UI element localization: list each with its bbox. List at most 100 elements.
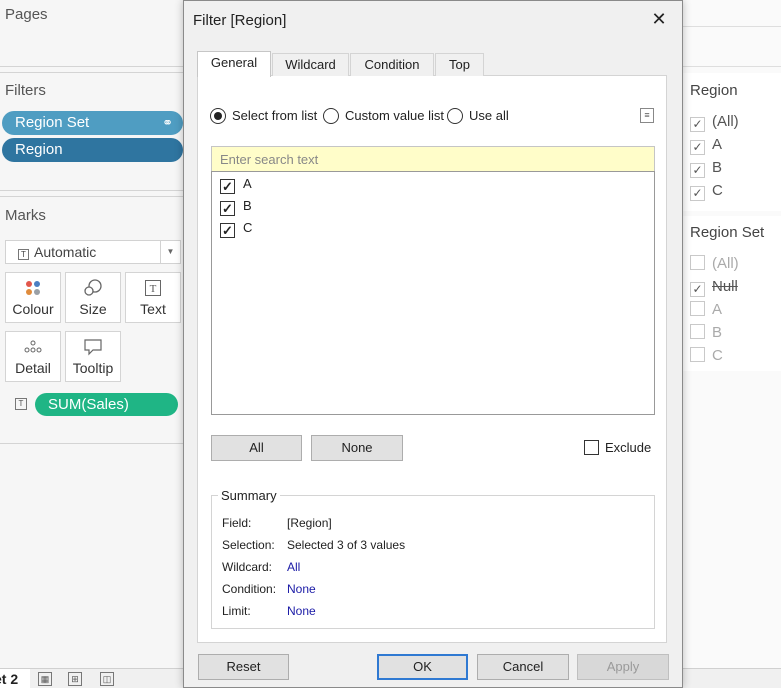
mark-type-dropdown[interactable]: T Automatic ▼ — [5, 240, 181, 264]
cancel-button[interactable]: Cancel — [477, 654, 569, 680]
filter-card-item-label: (All) — [712, 113, 739, 130]
filter-card-item[interactable]: ✓ (All) — [690, 112, 739, 132]
tab-general[interactable]: General — [197, 51, 271, 77]
summary-value: Selected 3 of 3 values — [287, 538, 406, 552]
filter-card-item-label: A — [712, 136, 723, 153]
filter-card-item[interactable]: A — [690, 300, 722, 320]
ok-button[interactable]: OK — [377, 654, 468, 680]
radio-label: Select from list — [232, 108, 318, 123]
filter-card-item[interactable]: ✓ A — [690, 135, 722, 155]
divider — [0, 443, 183, 444]
radio-label: Use all — [469, 108, 509, 123]
divider — [0, 196, 183, 197]
size-button[interactable]: Size — [65, 272, 121, 323]
filter-card-item-label: B — [712, 159, 723, 176]
filter-card-item[interactable]: ✓ C — [690, 181, 723, 201]
svg-text:T: T — [150, 283, 157, 295]
checkbox-unchecked-icon — [690, 324, 705, 339]
tooltip-label: Tooltip — [72, 360, 114, 376]
text-icon: T — [126, 279, 180, 301]
filter-card-item[interactable]: ✓ Null — [690, 277, 738, 297]
tab-top[interactable]: Top — [435, 53, 484, 76]
filter-card-item[interactable]: C — [690, 346, 723, 366]
summary-label: Condition: — [222, 582, 277, 596]
exclude-checkbox[interactable]: Exclude — [584, 440, 651, 456]
divider — [0, 66, 183, 67]
left-shelves-panel: Pages Filters Region Set ⚭ Region Marks … — [0, 0, 183, 668]
summary-label: Selection: — [222, 538, 275, 552]
filter-card-item[interactable]: B — [690, 323, 722, 343]
list-item[interactable]: ✓ B — [220, 197, 252, 216]
filter-pill-region-set[interactable]: Region Set ⚭ — [2, 111, 183, 135]
list-item-label: B — [243, 198, 252, 213]
filter-card-item[interactable]: (All) — [690, 254, 739, 274]
filter-dialog: Filter [Region] ✕ General Wildcard Condi… — [183, 0, 683, 688]
measure-pill-sum-sales[interactable]: SUM(Sales) — [35, 393, 178, 416]
set-link-icon: ⚭ — [162, 115, 173, 130]
checkbox-checked-icon[interactable]: ✓ — [220, 179, 235, 194]
checkbox-checked-icon: ✓ — [690, 282, 705, 297]
radio-custom-value-list[interactable]: Custom value list — [323, 107, 444, 125]
checkbox-checked-icon[interactable]: ✓ — [220, 223, 235, 238]
region-set-card-title: Region Set — [690, 224, 765, 241]
values-listbox[interactable]: ✓ A ✓ B ✓ C — [211, 171, 655, 415]
filter-card-item[interactable]: ✓ B — [690, 158, 722, 178]
filter-card-item-label: (All) — [712, 255, 739, 272]
summary-label: Field: — [222, 516, 252, 530]
dialog-title: Filter [Region] — [193, 12, 287, 29]
none-button[interactable]: None — [311, 435, 403, 461]
divider — [0, 190, 183, 191]
checkbox-checked-icon: ✓ — [690, 186, 705, 201]
new-dashboard-icon[interactable]: ⊞ — [68, 672, 82, 686]
all-button[interactable]: All — [211, 435, 302, 461]
sheet-tab[interactable]: et 2 — [0, 669, 30, 688]
checkbox-checked-icon: ✓ — [690, 117, 705, 132]
colour-icon — [6, 279, 60, 301]
radio-unselected-icon — [323, 108, 339, 124]
text-mark-icon: T — [18, 249, 29, 260]
list-item[interactable]: ✓ A — [220, 175, 252, 194]
filter-pill-label: Region — [15, 141, 63, 158]
filter-pill-label: Region Set — [15, 114, 90, 131]
chevron-down-icon[interactable]: ▼ — [160, 241, 180, 263]
tab-wildcard[interactable]: Wildcard — [272, 53, 349, 76]
text-button[interactable]: T Text — [125, 272, 181, 323]
divider — [682, 66, 781, 67]
radio-select-from-list[interactable]: Select from list — [210, 107, 317, 125]
checkbox-unchecked-icon — [690, 347, 705, 362]
radio-selected-icon — [210, 108, 226, 124]
list-item-label: A — [243, 176, 252, 191]
filter-pill-region[interactable]: Region — [2, 138, 183, 162]
summary-value-link[interactable]: None — [287, 604, 316, 618]
summary-label: Limit: — [222, 604, 251, 618]
new-story-icon[interactable]: ◫ — [100, 672, 114, 686]
checkbox-unchecked-icon — [584, 440, 599, 455]
text-mark-icon[interactable]: T — [15, 398, 27, 410]
list-menu-icon[interactable]: ≡ — [640, 108, 654, 123]
detail-button[interactable]: Detail — [5, 331, 61, 382]
list-item-label: C — [243, 220, 253, 235]
text-label: Text — [140, 301, 166, 317]
checkbox-checked-icon: ✓ — [690, 163, 705, 178]
tab-condition[interactable]: Condition — [350, 53, 434, 76]
detail-label: Detail — [15, 360, 51, 376]
reset-button[interactable]: Reset — [198, 654, 289, 680]
search-input[interactable] — [211, 146, 655, 172]
tooltip-button[interactable]: Tooltip — [65, 331, 121, 382]
apply-button[interactable]: Apply — [577, 654, 669, 680]
summary-value-link[interactable]: All — [287, 560, 300, 574]
tooltip-icon — [66, 338, 120, 360]
size-icon — [66, 279, 120, 301]
close-icon[interactable]: ✕ — [648, 8, 670, 30]
filter-card-item-label: C — [712, 182, 723, 199]
colour-button[interactable]: Colour — [5, 272, 61, 323]
checkbox-checked-icon[interactable]: ✓ — [220, 201, 235, 216]
new-worksheet-icon[interactable]: ▦ — [38, 672, 52, 686]
summary-value-link[interactable]: None — [287, 582, 316, 596]
list-item[interactable]: ✓ C — [220, 219, 253, 238]
filter-card-item-label: Null — [712, 278, 738, 295]
sheet-tab-label: et 2 — [0, 671, 19, 687]
radio-use-all[interactable]: Use all — [447, 107, 509, 125]
pages-title: Pages — [5, 6, 48, 23]
mark-type-value: Automatic — [34, 244, 97, 260]
